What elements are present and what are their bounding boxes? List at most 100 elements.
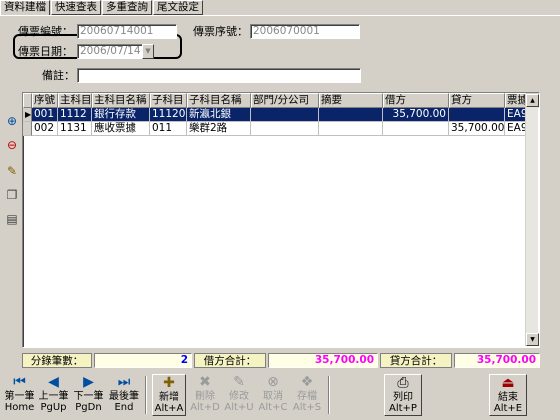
- cell-dept[interactable]: [251, 122, 319, 136]
- note-field[interactable]: [77, 68, 361, 83]
- first-record-button[interactable]: ⏮ 第一筆 Home: [3, 374, 36, 416]
- date-dropdown-button[interactable]: ▼: [142, 44, 154, 59]
- add-button[interactable]: ✚ 新增 Alt+A: [152, 374, 186, 416]
- cancel-button[interactable]: ⊗ 取消 Alt+C: [257, 374, 289, 416]
- cell-desc[interactable]: [319, 108, 383, 122]
- delete-key: Alt+D: [190, 402, 220, 413]
- delete-label: 刪除: [195, 391, 215, 402]
- save-button[interactable]: ❖ 存檔 Alt+S: [291, 374, 323, 416]
- journal-grid[interactable]: 序號 主科目 主科目名稱 子科目 子科目名稱 部門/分公司 摘要 借方 貸方 票…: [22, 92, 540, 348]
- tab-bar: 資料建檔 快速查表 多重查詢 尾文設定: [0, 0, 204, 15]
- cell-sub[interactable]: 111201: [150, 108, 187, 122]
- cell-main[interactable]: 1112: [58, 108, 92, 122]
- paste-icon[interactable]: ▤: [3, 210, 21, 228]
- prev-record-label: 上一筆: [38, 391, 69, 402]
- cell-debit[interactable]: [383, 122, 449, 136]
- cancel-label: 取消: [263, 391, 283, 402]
- voucher-no-label: 傳票編號：: [18, 25, 73, 38]
- cell-main[interactable]: 1131: [58, 122, 92, 136]
- entry-count-label: 分錄筆數：: [22, 353, 92, 368]
- cell-seq[interactable]: 001: [32, 108, 58, 122]
- next-record-icon: ▶: [83, 374, 94, 390]
- cancel-key: Alt+C: [258, 402, 288, 413]
- toolbar-separator: [145, 376, 147, 414]
- add-row-icon[interactable]: ⊕: [3, 112, 21, 130]
- col-debit[interactable]: 借方: [383, 93, 449, 108]
- cell-bill[interactable]: EA9: [505, 108, 527, 122]
- scroll-up-icon[interactable]: ▲: [526, 94, 539, 107]
- credit-total-label: 貸方合計：: [380, 353, 452, 368]
- add-key: Alt+A: [154, 403, 184, 414]
- next-record-key: PgDn: [75, 402, 102, 413]
- toolbar-separator: [328, 376, 330, 414]
- col-sub[interactable]: 子科目: [150, 93, 187, 108]
- col-main[interactable]: 主科目: [58, 93, 92, 108]
- col-sub-name[interactable]: 子科目名稱: [187, 93, 251, 108]
- exit-key: Alt+E: [493, 403, 523, 414]
- chevron-down-icon: ▼: [145, 47, 151, 55]
- delete-icon: ✖: [199, 374, 211, 390]
- delete-button[interactable]: ✖ 刪除 Alt+D: [189, 374, 221, 416]
- voucher-date-field[interactable]: 2006/07/14: [77, 44, 143, 59]
- cell-credit[interactable]: [449, 108, 505, 122]
- edit-button[interactable]: ✎ 修改 Alt+U: [223, 374, 255, 416]
- table-row[interactable]: 002 1131 應收票據 011 樂群2路 35,700.00 EA9: [23, 122, 539, 136]
- prev-record-key: PgUp: [40, 402, 67, 413]
- print-button[interactable]: ⎙ 列印 Alt+P: [384, 374, 422, 416]
- cell-dept[interactable]: [251, 108, 319, 122]
- tab-data-entry[interactable]: 資料建檔: [0, 0, 50, 15]
- last-record-button[interactable]: ⏭ 最後筆 End: [107, 374, 141, 416]
- last-record-label: 最後筆: [109, 391, 139, 402]
- cell-sub[interactable]: 011: [150, 122, 187, 136]
- debit-total-label: 借方合計：: [194, 353, 266, 368]
- edit-icon: ✎: [233, 374, 245, 390]
- scroll-down-icon[interactable]: ▼: [526, 333, 539, 346]
- save-icon: ❖: [300, 374, 314, 390]
- row-indicator: [23, 122, 32, 136]
- print-label: 列印: [393, 392, 413, 403]
- toolbar: ⏮ 第一筆 Home ◀ 上一筆 PgUp ▶ 下一筆 PgDn ⏭ 最後筆 E…: [0, 374, 560, 420]
- print-key: Alt+P: [389, 403, 417, 414]
- col-bill[interactable]: 票據: [505, 93, 527, 108]
- cell-main-name[interactable]: 應收票據: [92, 122, 150, 136]
- copy-icon[interactable]: ❐: [3, 186, 21, 204]
- col-desc[interactable]: 摘要: [319, 93, 383, 108]
- first-record-label: 第一筆: [4, 391, 35, 402]
- attach-icon[interactable]: ✎: [3, 162, 21, 180]
- col-credit[interactable]: 貸方: [449, 93, 505, 108]
- cell-desc[interactable]: [319, 122, 383, 136]
- next-record-button[interactable]: ▶ 下一筆 PgDn: [72, 374, 105, 416]
- exit-button[interactable]: ⏏ 結束 Alt+E: [489, 374, 527, 416]
- first-record-key: Home: [4, 402, 35, 413]
- prev-record-button[interactable]: ◀ 上一筆 PgUp: [37, 374, 70, 416]
- debit-total-value: 35,700.00: [268, 353, 378, 368]
- col-seq[interactable]: 序號: [32, 93, 58, 108]
- add-label: 新增: [159, 392, 179, 403]
- save-label: 存檔: [297, 391, 317, 402]
- edit-key: Alt+U: [224, 402, 254, 413]
- table-row[interactable]: ▶ 001 1112 銀行存款 111201 新瀛北銀 35,700.00 EA…: [23, 108, 539, 122]
- cell-credit[interactable]: 35,700.00: [449, 122, 505, 136]
- edit-label: 修改: [229, 391, 249, 402]
- note-label: 備註：: [42, 69, 75, 82]
- exit-label: 結束: [498, 392, 518, 403]
- cell-sub-name[interactable]: 樂群2路: [187, 122, 251, 136]
- delete-row-icon[interactable]: ⊖: [3, 136, 21, 154]
- cell-debit[interactable]: 35,700.00: [383, 108, 449, 122]
- voucher-no-field[interactable]: 20060714001: [77, 24, 177, 39]
- voucher-seq-field[interactable]: 2006070001: [250, 24, 360, 39]
- exit-icon: ⏏: [501, 375, 515, 391]
- entry-count-value: 2: [94, 353, 192, 368]
- cell-sub-name[interactable]: 新瀛北銀: [187, 108, 251, 122]
- col-main-name[interactable]: 主科目名稱: [92, 93, 150, 108]
- tab-quick-lookup[interactable]: 快速查表: [51, 0, 101, 15]
- tab-multi-query[interactable]: 多重查詢: [102, 0, 152, 15]
- cell-bill[interactable]: EA9: [505, 122, 527, 136]
- cancel-icon: ⊗: [267, 374, 279, 390]
- save-key: Alt+S: [292, 402, 322, 413]
- tab-footer-settings[interactable]: 尾文設定: [153, 0, 203, 15]
- vertical-scrollbar[interactable]: ▲ ▼: [525, 94, 539, 346]
- cell-seq[interactable]: 002: [32, 122, 58, 136]
- col-dept[interactable]: 部門/分公司: [251, 93, 319, 108]
- cell-main-name[interactable]: 銀行存款: [92, 108, 150, 122]
